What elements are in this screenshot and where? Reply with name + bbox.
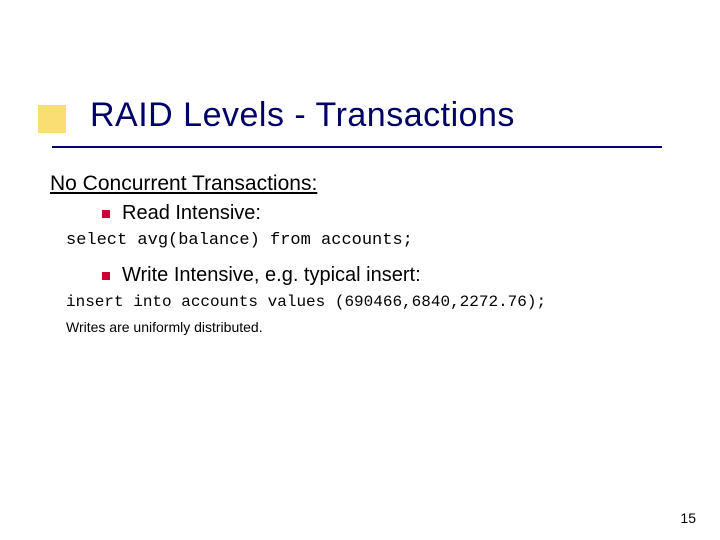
content-area: No Concurrent Transactions: Read Intensi…: [50, 172, 690, 335]
code-line: insert into accounts values (690466,6840…: [66, 293, 690, 311]
bullet-square-icon: [102, 210, 110, 218]
note-text: Writes are uniformly distributed.: [66, 319, 690, 335]
bullet-square-icon: [102, 272, 110, 280]
section-heading: No Concurrent Transactions:: [50, 172, 690, 196]
bullet-item: Write Intensive, e.g. typical insert:: [102, 264, 690, 287]
slide-title: RAID Levels - Transactions: [90, 96, 515, 135]
bullet-item: Read Intensive:: [102, 202, 690, 225]
bullet-text: Read Intensive:: [122, 202, 261, 225]
code-line: select avg(balance) from accounts;: [66, 231, 690, 250]
bullet-text: Write Intensive, e.g. typical insert:: [122, 264, 421, 287]
title-underline: [52, 146, 662, 148]
accent-square: [38, 105, 66, 133]
page-number: 15: [680, 510, 696, 526]
